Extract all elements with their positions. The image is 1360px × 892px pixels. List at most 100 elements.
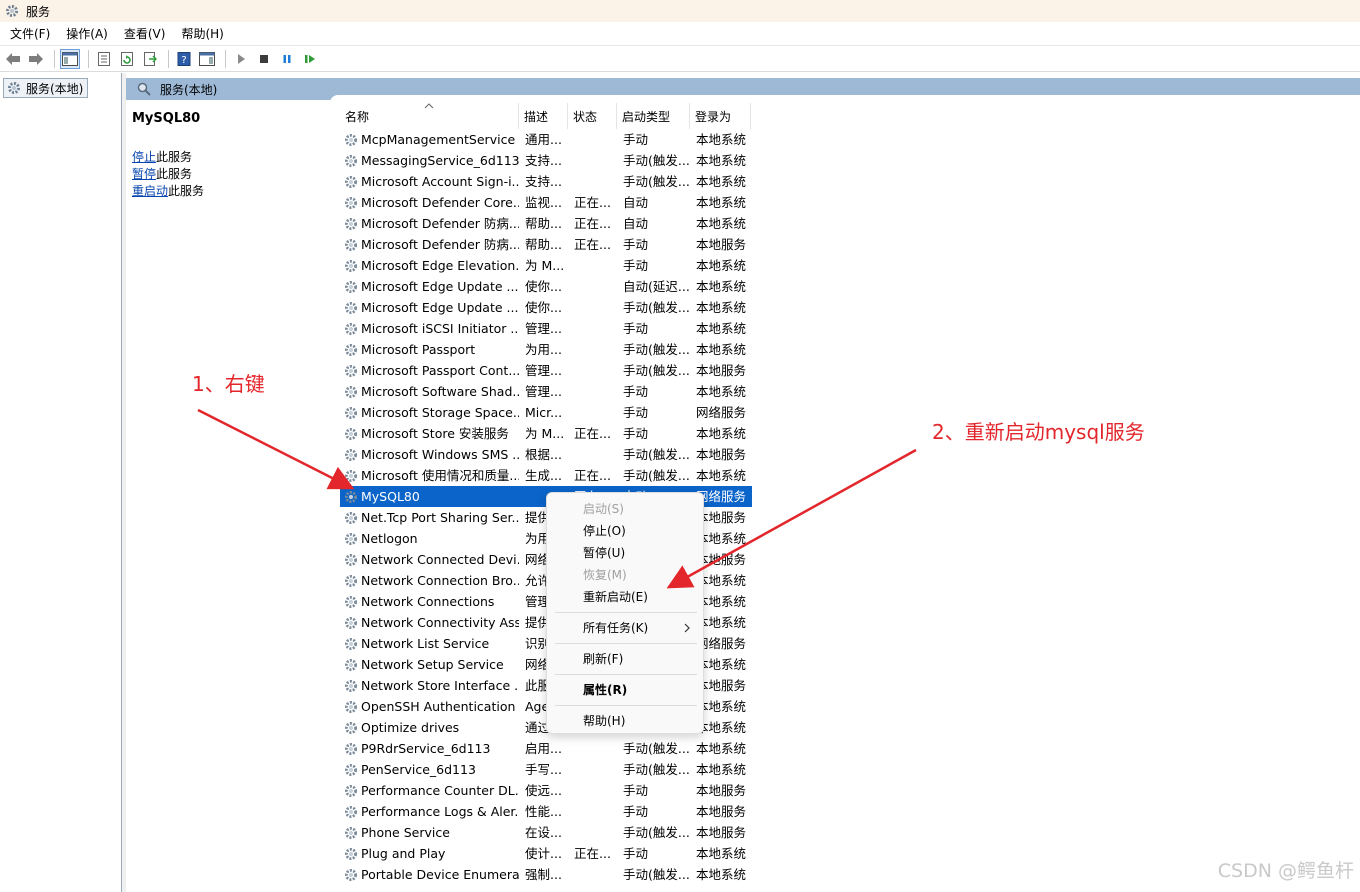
service-gear-icon: [343, 258, 359, 274]
export-list-button[interactable]: [140, 49, 160, 69]
table-row[interactable]: Microsoft Passport 为用... 手动(触发... 本地系统: [340, 339, 752, 360]
service-startup-type-cell: 手动(触发...: [623, 447, 689, 462]
menu-view[interactable]: 查看(V): [116, 22, 174, 46]
menu-item-properties[interactable]: 属性(R): [583, 682, 627, 698]
service-logon-cell: 本地系统: [696, 573, 747, 588]
action-pane-button[interactable]: [197, 49, 217, 69]
stop-service-button[interactable]: [254, 49, 274, 69]
menu-help[interactable]: 帮助(H): [173, 22, 231, 46]
table-row[interactable]: Microsoft Storage Space... Micr... 手动 网络服务: [340, 402, 752, 423]
service-description-cell: 监视...: [525, 195, 562, 210]
table-row[interactable]: Microsoft Account Sign-i... 支持... 手动(触发...…: [340, 171, 752, 192]
service-status-cell: [574, 360, 616, 381]
menu-separator: [555, 612, 697, 613]
table-row[interactable]: Microsoft iSCSI Initiator ... 管理... 手动 本地系统: [340, 318, 752, 339]
service-status-cell: [574, 822, 616, 843]
column-header-status[interactable]: 状态: [568, 103, 617, 129]
service-status-cell: [574, 864, 616, 885]
column-header-logon-as[interactable]: 登录为: [690, 103, 751, 129]
restart-icon: [305, 54, 315, 63]
service-gear-icon: [343, 762, 359, 778]
service-status-cell: [574, 801, 616, 822]
menu-item-resume[interactable]: 恢复(M): [583, 567, 627, 583]
service-description-cell: 使计...: [525, 846, 562, 861]
menu-item-pause[interactable]: 暂停(U): [583, 545, 625, 561]
table-row[interactable]: Performance Counter DL... 使远... 手动 本地服务: [340, 780, 752, 801]
back-button[interactable]: [3, 49, 23, 69]
table-row[interactable]: McpManagementService 通用... 手动 本地系统: [340, 129, 752, 150]
service-logon-cell: 本地系统: [696, 300, 747, 315]
table-row[interactable]: Portable Device Enumera... 强制... 手动(触发... 本…: [340, 864, 752, 885]
menu-item-stop[interactable]: 停止(O): [583, 523, 626, 539]
menu-item-start[interactable]: 启动(S): [583, 501, 624, 517]
service-startup-type-cell: 手动: [623, 237, 649, 252]
restart-service-link[interactable]: 重启动: [132, 184, 168, 198]
service-startup-type-cell: 手动(触发...: [623, 825, 689, 840]
service-gear-icon: [343, 510, 359, 526]
table-row[interactable]: Microsoft Defender Core... 监视... 正在... 自动 本地…: [340, 192, 752, 213]
menu-item-all-tasks[interactable]: 所有任务(K): [583, 620, 648, 636]
service-name-cell: P9RdrService_6d113: [361, 741, 491, 756]
service-gear-icon: [343, 363, 359, 379]
menu-file[interactable]: 文件(F): [2, 22, 58, 46]
service-logon-cell: 本地服务: [696, 825, 747, 840]
console-tree: 服务(本地): [0, 73, 122, 892]
pause-service-link[interactable]: 暂停: [132, 167, 156, 181]
show-hide-console-tree-button[interactable]: [60, 48, 80, 69]
service-description-cell: 管理...: [525, 363, 562, 378]
table-row[interactable]: Microsoft Edge Elevation... 为 M... 手动 本地系统: [340, 255, 752, 276]
service-status-cell: [574, 129, 616, 150]
service-name-cell: Performance Logs & Aler...: [361, 804, 519, 819]
table-row[interactable]: P9RdrService_6d113 启用... 手动(触发... 本地系统: [340, 738, 752, 759]
start-service-button[interactable]: [231, 49, 251, 69]
table-row[interactable]: Microsoft Edge Update ... 使你... 手动(触发... 本地…: [340, 297, 752, 318]
table-row[interactable]: Phone Service 在设... 手动(触发... 本地服务: [340, 822, 752, 843]
table-row[interactable]: Microsoft 使用情况和质量... 生成... 正在... 手动(触发... 本地…: [340, 465, 752, 486]
stop-service-link[interactable]: 停止: [132, 150, 156, 164]
menu-action[interactable]: 操作(A): [58, 22, 116, 46]
table-row[interactable]: Microsoft Passport Cont... 管理... 手动(触发... 本…: [340, 360, 752, 381]
pause-service-button[interactable]: [277, 49, 297, 69]
service-description-cell: 为 M...: [525, 258, 565, 273]
menu-item-restart[interactable]: 重新启动(E): [583, 589, 648, 605]
service-gear-icon: [343, 741, 359, 757]
table-row[interactable]: Microsoft Software Shad... 管理... 手动 本地系统: [340, 381, 752, 402]
service-gear-icon: [343, 384, 359, 400]
service-name-cell: Phone Service: [361, 825, 450, 840]
menu-item-refresh[interactable]: 刷新(F): [583, 651, 623, 667]
table-row[interactable]: Microsoft Defender 防病... 帮助... 正在... 自动 本地系统: [340, 213, 752, 234]
help-button[interactable]: ?: [174, 49, 194, 69]
table-row[interactable]: Microsoft Store 安装服务 为 M... 正在... 手动 本地系统: [340, 423, 752, 444]
column-header-description[interactable]: 描述: [519, 103, 568, 129]
help-icon: ?: [177, 51, 191, 66]
service-startup-type-cell: 手动(触发...: [623, 468, 689, 483]
service-gear-icon: [343, 678, 359, 694]
service-description-cell: 使你...: [525, 300, 562, 315]
service-logon-cell: 网络服务: [696, 489, 747, 504]
service-description-cell: 性能...: [525, 804, 562, 819]
service-logon-cell: 本地系统: [696, 762, 747, 777]
menu-item-help[interactable]: 帮助(H): [583, 713, 625, 729]
table-row[interactable]: Microsoft Defender 防病... 帮助... 正在... 手动 本地服务: [340, 234, 752, 255]
table-row[interactable]: Plug and Play 使计... 正在... 手动 本地系统: [340, 843, 752, 864]
service-detail-pane: MySQL80 停止此服务 暂停此服务 重启动此服务: [126, 100, 330, 892]
table-row[interactable]: PenService_6d113 手写... 手动(触发... 本地系统: [340, 759, 752, 780]
service-gear-icon: [343, 279, 359, 295]
table-row[interactable]: Microsoft Edge Update ... 使你... 自动(延迟... 本地…: [340, 276, 752, 297]
tree-item-services-local[interactable]: 服务(本地): [3, 78, 89, 98]
column-header-name[interactable]: 名称: [340, 103, 519, 129]
services-gear-icon: [8, 82, 20, 94]
restart-service-button[interactable]: [300, 49, 320, 69]
service-logon-cell: 本地系统: [696, 699, 747, 714]
column-header-startup-type[interactable]: 启动类型: [617, 103, 690, 129]
table-row[interactable]: Microsoft Windows SMS ... 根据... 手动(触发... 本地…: [340, 444, 752, 465]
table-row[interactable]: Performance Logs & Aler... 性能... 手动 本地服务: [340, 801, 752, 822]
table-row[interactable]: MessagingService_6d113 支持... 手动(触发... 本地系统: [340, 150, 752, 171]
forward-button[interactable]: [26, 49, 46, 69]
service-gear-icon: [343, 447, 359, 463]
service-name-cell: Net.Tcp Port Sharing Ser...: [361, 510, 519, 525]
refresh-button[interactable]: [117, 49, 137, 69]
service-startup-type-cell: 手动: [623, 846, 649, 861]
service-logon-cell: 本地系统: [696, 867, 747, 882]
properties-button[interactable]: [94, 49, 114, 69]
